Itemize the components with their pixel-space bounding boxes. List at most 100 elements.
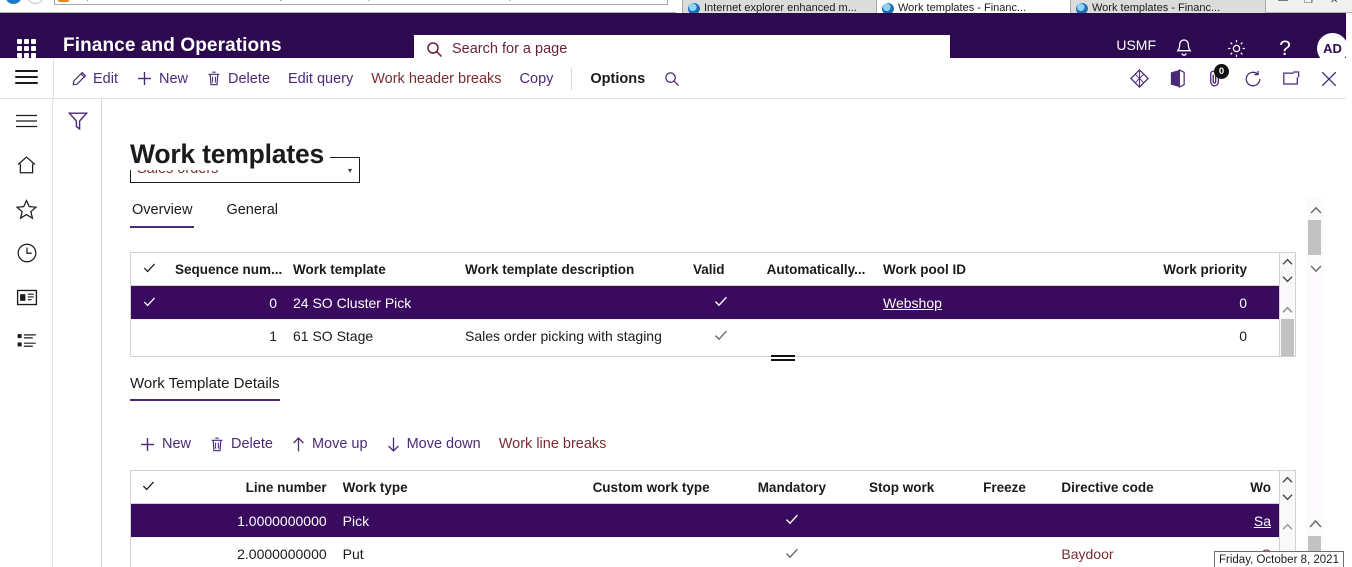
cell-line-number[interactable]: 2.0000000000	[167, 546, 335, 562]
work-class-link[interactable]: Sa	[1254, 513, 1271, 529]
scroll-up-icon[interactable]	[1308, 516, 1323, 532]
column-header-automatically[interactable]: Automatically...	[757, 262, 875, 277]
window-close-button[interactable]: ✕	[1330, 0, 1338, 6]
cell-line-number[interactable]: 1.0000000000	[167, 513, 335, 529]
column-header-mandatory[interactable]: Mandatory	[736, 480, 848, 495]
move-down-button[interactable]: Move down	[377, 426, 490, 462]
home-icon[interactable]	[0, 143, 53, 187]
scroll-down-icon[interactable]	[1308, 260, 1323, 276]
filter-funnel-icon[interactable]	[67, 110, 89, 132]
cell-valid-checkmark-icon[interactable]	[685, 327, 757, 346]
cell-sequence[interactable]: 0	[167, 295, 285, 311]
copy-button[interactable]: Copy	[511, 58, 563, 99]
scrollbar-thumb[interactable]	[1308, 220, 1321, 255]
scroll-down-icon[interactable]	[1280, 489, 1295, 505]
table-row[interactable]: 2.0000000000 Put Baydoor S	[131, 537, 1279, 567]
browser-tab[interactable]: Work templates - Financ...	[1070, 0, 1266, 13]
close-icon[interactable]	[1310, 58, 1348, 99]
column-header-work-pool-id[interactable]: Work pool ID	[875, 262, 1065, 277]
clock-recent-icon[interactable]	[0, 231, 53, 275]
cell-work-priority[interactable]: 0	[1065, 295, 1255, 311]
browser-tab[interactable]: Work templates - Financ...	[876, 0, 1072, 13]
column-header-work-type[interactable]: Work type	[335, 480, 567, 495]
work-header-breaks-button[interactable]: Work header breaks	[362, 58, 510, 99]
star-favorites-icon[interactable]	[0, 187, 53, 231]
tab-overview[interactable]: Overview	[130, 202, 195, 228]
column-header-valid[interactable]: Valid	[685, 262, 757, 277]
app-launcher-icon[interactable]	[16, 38, 37, 59]
scroll-up-icon[interactable]	[1280, 302, 1295, 318]
grid-vertical-scrollbar[interactable]	[1279, 252, 1296, 357]
edit-button[interactable]: Edit	[62, 58, 127, 99]
office-app-icon[interactable]	[1158, 58, 1196, 99]
cell-work-type[interactable]: Pick	[335, 513, 567, 529]
open-in-new-window-icon[interactable]	[1272, 58, 1310, 99]
hamburger-menu-icon[interactable]	[0, 99, 53, 143]
column-header-directive-code[interactable]: Directive code	[1053, 480, 1193, 495]
delete-button[interactable]: Delete	[197, 58, 279, 99]
scroll-up-icon[interactable]	[1308, 202, 1323, 218]
table-row[interactable]: 1 61 SO Stage Sales order picking with s…	[131, 319, 1279, 352]
page-vertical-scrollbar[interactable]	[1307, 198, 1324, 567]
column-header-freeze[interactable]: Freeze	[956, 480, 1054, 495]
table-row[interactable]: 1.0000000000 Pick Sa	[131, 504, 1279, 537]
column-header-custom-work-type[interactable]: Custom work type	[566, 480, 736, 495]
scroll-up-icon[interactable]	[1280, 519, 1295, 535]
scroll-up-icon[interactable]	[1280, 472, 1295, 488]
grid-splitter-handle[interactable]	[771, 355, 795, 365]
tab-general[interactable]: General	[224, 202, 280, 228]
toolbar-divider	[53, 58, 54, 99]
cell-work-type[interactable]: Put	[335, 546, 567, 562]
modules-list-icon[interactable]	[0, 319, 53, 363]
details-delete-label: Delete	[231, 436, 273, 452]
refresh-icon[interactable]	[1234, 58, 1272, 99]
work-line-breaks-button[interactable]: Work line breaks	[490, 426, 616, 462]
column-header-work-priority[interactable]: Work priority	[1065, 262, 1255, 277]
move-up-button[interactable]: Move up	[282, 426, 377, 462]
cell-mandatory-checkmark-icon[interactable]	[736, 511, 848, 530]
details-new-button[interactable]: New	[130, 426, 200, 462]
column-header-description[interactable]: Work template description	[457, 262, 685, 277]
cell-description[interactable]: Sales order picking with staging	[457, 328, 685, 344]
browser-forward-icon[interactable]	[27, 0, 44, 4]
window-maximize-button[interactable]: ❐	[1304, 0, 1313, 6]
cell-valid-checkmark-icon[interactable]	[685, 293, 757, 312]
column-header-sequence[interactable]: Sequence num...	[167, 262, 285, 277]
window-minimize-button[interactable]: —	[1278, 0, 1288, 6]
column-header-work-template[interactable]: Work template	[285, 262, 457, 277]
cell-work-priority[interactable]: 0	[1065, 328, 1255, 344]
share-diamond-icon[interactable]	[1120, 58, 1158, 99]
options-button[interactable]: Options	[581, 58, 654, 99]
details-delete-button[interactable]: Delete	[200, 426, 282, 462]
cell-work-template[interactable]: 24 SO Cluster Pick	[285, 295, 457, 311]
browser-tab[interactable]: Internet explorer enhanced m...	[682, 0, 878, 13]
table-row[interactable]: 0 24 SO Cluster Pick Webshop 0	[131, 286, 1279, 319]
toolbar-search-icon[interactable]	[654, 58, 690, 99]
work-template-details-title[interactable]: Work Template Details	[130, 375, 280, 401]
scroll-up-icon[interactable]	[1280, 254, 1295, 270]
select-all-checkmark-icon[interactable]	[131, 260, 167, 278]
new-button[interactable]: New	[127, 58, 197, 99]
browser-url-input[interactable]: https://usnconeboxax1aos.cloud.onebox.dy…	[54, 0, 668, 5]
scrollbar-thumb[interactable]	[1281, 319, 1294, 356]
work-pool-link[interactable]: Webshop	[883, 295, 942, 311]
cell-sequence[interactable]: 1	[167, 328, 285, 344]
row-select-checkmark-icon[interactable]	[131, 294, 167, 312]
scroll-down-icon[interactable]	[1280, 271, 1295, 287]
edit-query-button[interactable]: Edit query	[279, 58, 362, 99]
select-all-checkmark-icon[interactable]	[131, 478, 167, 496]
cell-work-class[interactable]: Sa	[1193, 513, 1279, 529]
browser-back-icon[interactable]	[5, 0, 22, 4]
workspaces-icon[interactable]	[0, 275, 53, 319]
cell-directive-code[interactable]: Baydoor	[1053, 546, 1193, 562]
column-header-line-number[interactable]: Line number	[167, 480, 335, 495]
cell-work-pool-id[interactable]: Webshop	[875, 295, 1065, 311]
column-header-stop-work[interactable]: Stop work	[848, 480, 956, 495]
hamburger-menu-icon[interactable]	[15, 70, 38, 85]
attachments-icon[interactable]: 0	[1196, 58, 1234, 99]
company-selector[interactable]: USMF	[1116, 37, 1156, 53]
directive-code-value[interactable]: Baydoor	[1061, 546, 1113, 562]
column-header-work-class[interactable]: Wo	[1193, 480, 1279, 495]
cell-work-template[interactable]: 61 SO Stage	[285, 328, 457, 344]
cell-mandatory-checkmark-icon[interactable]	[736, 545, 848, 564]
